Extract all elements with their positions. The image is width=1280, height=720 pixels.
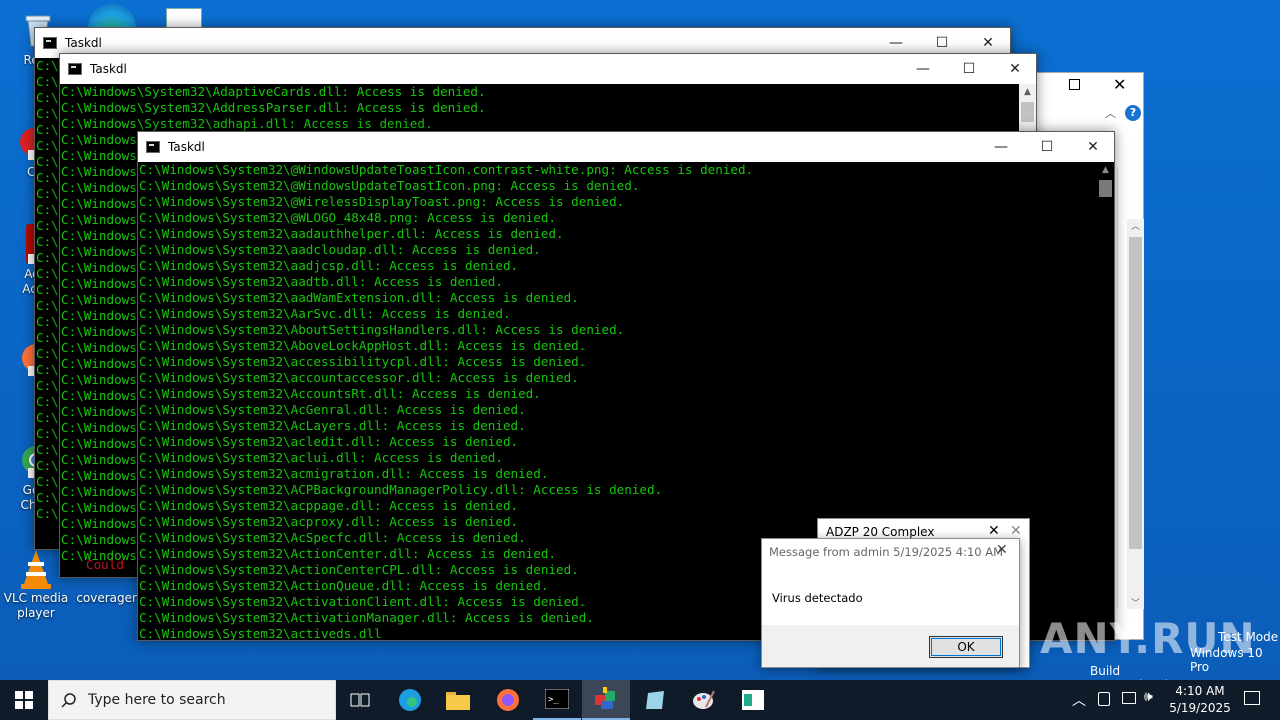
adzp-close-icon-2[interactable]: ✕ bbox=[1010, 523, 1022, 539]
window-title: Taskdl bbox=[168, 140, 205, 154]
firefox-icon bbox=[497, 689, 519, 711]
console-line: C:\Windows\System32\acmigration.dll: Acc… bbox=[139, 466, 549, 481]
desktop: Recy CCl Ad Acr Fir Go Chr VLC media pla… bbox=[0, 0, 1280, 680]
help-icon[interactable]: ? bbox=[1125, 105, 1141, 121]
taskbar-app-2[interactable] bbox=[631, 680, 679, 720]
console-line: C:\Windows\System32\AcGenral.dll: Access… bbox=[139, 402, 526, 417]
message-body: Virus detectado bbox=[772, 591, 863, 605]
console-line: C:\Windows\System32\acledit.dll: Access … bbox=[139, 434, 519, 449]
desktop-icon-label: VLC media player bbox=[3, 591, 69, 620]
search-placeholder: Type here to search bbox=[88, 692, 226, 708]
window-title: Taskdl bbox=[90, 62, 127, 76]
notepad-icon bbox=[646, 691, 664, 709]
console-line: C:\Windows\System32\accountaccessor.dll:… bbox=[139, 370, 579, 385]
title-bar[interactable]: Taskdl — ☐ ✕ bbox=[60, 54, 1036, 84]
console-line: C:\Windows\System32\AarSvc.dll: Access i… bbox=[139, 306, 511, 321]
taskbar-file-explorer[interactable] bbox=[434, 680, 482, 720]
desktop-icon-label: coveragen bbox=[76, 591, 140, 605]
taskbar-search-box[interactable]: Type here to search bbox=[48, 680, 336, 720]
windows-logo-icon bbox=[15, 691, 33, 709]
console-line: C:\Windows\System32\AcLayers.dll: Access… bbox=[139, 418, 526, 433]
console-line: C:\Windows\System32\aadauthhelper.dll: A… bbox=[139, 226, 564, 241]
console-line: C:\Windows\System32\aclui.dll: Access is… bbox=[139, 450, 503, 465]
console-line: C:\Windows\System32\AddressParser.dll: A… bbox=[61, 100, 486, 115]
volume-icon[interactable]: 🕪 bbox=[1144, 689, 1153, 705]
console-line: C:\Windows\System32\ACPBackgroundManager… bbox=[139, 482, 663, 497]
message-close-icon[interactable]: ✕ bbox=[996, 542, 1008, 558]
build-label: Build 19041.vb_release.191206-1406 bbox=[1090, 664, 1250, 680]
edge-icon bbox=[399, 689, 421, 711]
console-line: C:\Windows\System32\AccountsRt.dll: Acce… bbox=[139, 386, 541, 401]
maximize-button[interactable]: ☐ bbox=[1024, 132, 1070, 162]
close-button[interactable]: ✕ bbox=[1070, 132, 1116, 162]
paint-icon bbox=[693, 690, 715, 709]
scroll-thumb[interactable] bbox=[1021, 102, 1034, 122]
clock-time[interactable]: 4:10 AM bbox=[1172, 684, 1228, 698]
minimize-button[interactable]: — bbox=[978, 132, 1024, 162]
console-line: C:\Windows\System32\aadjcsp.dll: Access … bbox=[139, 258, 519, 273]
console-line: C:\Windows\System32\AdaptiveCards.dll: A… bbox=[61, 84, 486, 99]
message-dialog-title: Message from admin 5/19/2025 4:10 AM bbox=[769, 545, 1004, 559]
console-icon bbox=[68, 63, 82, 75]
test-mode-label: Test Mode bbox=[1218, 630, 1279, 644]
explorer-scrollbar[interactable]: ︿ ﹀ bbox=[1127, 219, 1144, 609]
window-title: Taskdl bbox=[65, 36, 102, 50]
taskbar-edge[interactable] bbox=[386, 680, 434, 720]
console-line: C:\Windows\System32\acppage.dll: Access … bbox=[139, 498, 519, 513]
console-line: C:\Windows\System32\@WindowsUpdateToastI… bbox=[139, 162, 754, 177]
console-line: C:\Windows\System32\@WindowsUpdateToastI… bbox=[139, 178, 640, 193]
console-red-text: Could bbox=[86, 557, 124, 572]
close-button[interactable]: ✕ bbox=[992, 54, 1038, 84]
search-icon bbox=[61, 693, 76, 708]
clock-date[interactable]: 5/19/2025 bbox=[1166, 701, 1234, 715]
minimize-button[interactable]: — bbox=[900, 54, 946, 84]
console-line: C:\Windows\System32\accessibilitycpl.dll… bbox=[139, 354, 587, 369]
explorer-maximize-icon[interactable] bbox=[1069, 79, 1080, 90]
scroll-up-icon[interactable]: ▲ bbox=[1097, 162, 1114, 179]
taskbar-app-4[interactable] bbox=[729, 680, 777, 720]
network-icon[interactable] bbox=[1122, 692, 1136, 704]
taskbar-active-app[interactable] bbox=[582, 680, 630, 720]
console-line: C:\Windows\System32\AboveLockAppHost.dll… bbox=[139, 338, 587, 353]
task-view-button[interactable] bbox=[336, 680, 384, 720]
scroll-up-icon[interactable]: ▲ bbox=[1019, 84, 1036, 101]
scroll-thumb[interactable] bbox=[1099, 180, 1112, 197]
network-device-icon[interactable] bbox=[1098, 692, 1110, 706]
console-line: C:\Windows\System32\adhapi.dll: Access i… bbox=[61, 116, 433, 131]
notification-icon[interactable] bbox=[1244, 691, 1260, 705]
window-app-icon bbox=[742, 690, 764, 710]
folder-icon bbox=[446, 692, 470, 710]
adzp-dialog-title: ADZP 20 Complex bbox=[826, 525, 935, 539]
ok-button[interactable]: OK bbox=[929, 636, 1003, 658]
taskbar-cmd[interactable]: >_ bbox=[533, 680, 581, 720]
taskbar-firefox[interactable] bbox=[484, 680, 532, 720]
task-view-icon bbox=[350, 693, 370, 707]
title-bar[interactable]: Taskdl — ☐ ✕ bbox=[138, 132, 1114, 162]
vlc-cone-icon bbox=[16, 548, 56, 589]
console-line: C:\Windows\System32\aadcloudap.dll: Acce… bbox=[139, 242, 541, 257]
console-scrollbar[interactable]: ▲ bbox=[1097, 162, 1114, 640]
system-tray: ︿ 🕪 4:10 AM 5/19/2025 bbox=[1066, 680, 1280, 720]
console-line: C:\Windows\System32\@WLOGO_48x48.png: Ac… bbox=[139, 210, 557, 225]
console-line: C:\Windows\System32\aadtb.dll: Access is… bbox=[139, 274, 503, 289]
console-line: C:\Windows\System32\AboutSettingsHandler… bbox=[139, 322, 625, 337]
app-blocks-icon bbox=[595, 687, 615, 709]
maximize-button[interactable]: ☐ bbox=[946, 54, 992, 84]
explorer-close-icon[interactable]: ✕ bbox=[1113, 75, 1126, 94]
message-dialog[interactable]: Message from admin 5/19/2025 4:10 AM ✕ V… bbox=[761, 538, 1020, 668]
console-icon bbox=[146, 141, 160, 153]
collapse-ribbon-icon[interactable]: ︿ bbox=[1105, 105, 1116, 121]
taskbar: Type here to search >_ ︿ 🕪 4:10 AM 5/19/… bbox=[0, 680, 1280, 720]
console-line: C:\Windows\System32\@WirelessDisplayToas… bbox=[139, 194, 625, 209]
adzp-close-icon[interactable]: ✕ bbox=[988, 523, 1000, 539]
console-line: C:\Windows\System32\aadWamExtension.dll:… bbox=[139, 290, 579, 305]
start-button[interactable] bbox=[0, 680, 48, 720]
console-icon bbox=[43, 37, 57, 49]
taskbar-app-3[interactable] bbox=[680, 680, 728, 720]
console-icon: >_ bbox=[545, 689, 569, 709]
show-hidden-icons[interactable]: ︿ bbox=[1072, 690, 1086, 710]
svg-text:>_: >_ bbox=[548, 695, 559, 705]
